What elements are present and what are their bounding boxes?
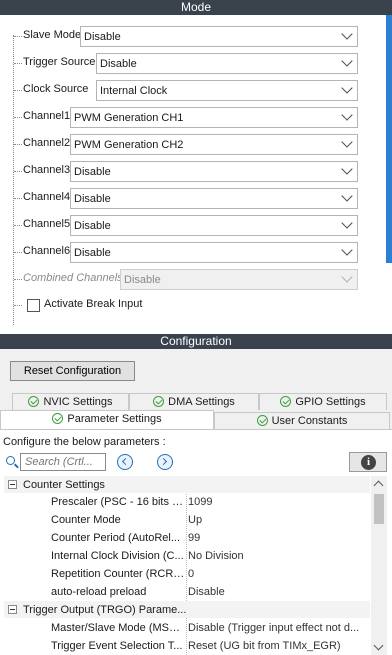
channel4-label: Channel4 <box>23 191 71 203</box>
tab-user-constants[interactable]: User Constants <box>214 412 390 429</box>
table-row[interactable]: Internal Clock Division (C... No Divisio… <box>4 547 370 564</box>
clock-source-row: Clock Source Internal Clock <box>0 79 380 101</box>
trigger-source-select[interactable]: Disable <box>96 53 358 74</box>
check-circle-icon <box>280 396 292 407</box>
info-button[interactable]: i <box>349 452 387 472</box>
channel3-label: Channel3 <box>23 164 71 176</box>
chevron-down-icon <box>341 217 353 229</box>
tab-gpio-settings[interactable]: GPIO Settings <box>259 393 387 410</box>
channel1-label: Channel1 <box>23 110 71 122</box>
configure-instructions: Configure the below parameters : <box>3 436 166 448</box>
chevron-up-icon[interactable] <box>373 480 384 491</box>
chevron-down-icon <box>341 190 353 202</box>
slave-mode-row: Slave Mode Disable <box>0 25 380 47</box>
table-row[interactable]: Counter Mode Up <box>4 511 370 528</box>
search-input[interactable] <box>20 453 106 471</box>
configuration-panel: Reset Configuration NVIC Settings DMA Se… <box>0 349 392 655</box>
search-icon <box>6 456 15 465</box>
channel2-label: Channel2 <box>23 137 71 149</box>
chevron-down-icon <box>341 163 353 175</box>
chevron-down-icon <box>341 82 353 94</box>
channel1-select[interactable]: PWM Generation CH1 <box>70 107 358 128</box>
table-row[interactable]: Prescaler (PSC - 16 bits v... 1099 <box>4 493 370 510</box>
tab-nvic-settings[interactable]: NVIC Settings <box>12 393 129 410</box>
check-circle-icon <box>28 396 40 407</box>
chevron-down-icon <box>341 28 353 40</box>
channel5-label: Channel5 <box>23 218 71 230</box>
collapse-icon[interactable] <box>8 480 17 489</box>
channel5-select[interactable]: Disable <box>70 215 358 236</box>
combined-channels-row: Combined Channels Disable <box>0 268 380 290</box>
chevron-down-icon <box>341 55 353 67</box>
mode-header: Mode <box>0 0 392 15</box>
chevron-left-icon <box>121 457 130 466</box>
parameter-table-scrollbar[interactable] <box>371 476 387 655</box>
channel2-select[interactable]: PWM Generation CH2 <box>70 134 358 155</box>
combined-channels-select[interactable]: Disable <box>120 269 358 290</box>
channel4-select[interactable]: Disable <box>70 188 358 209</box>
trigger-source-label: Trigger Source <box>23 56 96 68</box>
table-row[interactable]: Trigger Event Selection T... Reset (UG b… <box>4 637 370 654</box>
slave-mode-select[interactable]: Disable <box>80 26 358 47</box>
mode-scrollbar[interactable] <box>386 15 392 263</box>
channel5-row: Channel5 Disable <box>0 214 380 236</box>
search-previous-button[interactable] <box>117 454 133 470</box>
chevron-right-icon <box>159 457 168 466</box>
channel6-select[interactable]: Disable <box>70 242 358 263</box>
check-circle-icon <box>52 413 64 424</box>
activate-break-input-checkbox[interactable] <box>27 299 40 312</box>
search-toolbar: i <box>0 452 392 472</box>
group-counter-settings[interactable]: Counter Settings <box>4 476 370 493</box>
reset-configuration-button[interactable]: Reset Configuration <box>10 361 135 381</box>
chevron-down-icon <box>341 244 353 256</box>
tab-dma-settings[interactable]: DMA Settings <box>129 393 259 410</box>
chevron-down-icon[interactable] <box>373 640 384 651</box>
configuration-header: Configuration <box>0 334 392 349</box>
chevron-down-icon <box>341 109 353 121</box>
parameter-table: Counter Settings Prescaler (PSC - 16 bit… <box>4 476 370 655</box>
break-input-row: Activate Break Input <box>0 294 380 316</box>
activate-break-input-label: Activate Break Input <box>44 298 143 310</box>
check-circle-icon <box>153 396 165 407</box>
clock-source-select[interactable]: Internal Clock <box>96 80 358 101</box>
trigger-source-row: Trigger Source Disable <box>0 52 380 74</box>
table-row[interactable]: Counter Period (AutoRel... 99 <box>4 529 370 546</box>
check-circle-icon <box>256 415 268 426</box>
mode-panel: Slave Mode Disable Trigger Source Disabl… <box>0 15 392 326</box>
group-trigger-output[interactable]: Trigger Output (TRGO) Parame... <box>4 601 370 618</box>
channel2-row: Channel2 PWM Generation CH2 <box>0 133 380 155</box>
channel6-row: Channel6 Disable <box>0 241 380 263</box>
channel6-label: Channel6 <box>23 245 71 257</box>
table-row[interactable]: auto-reload preload Disable <box>4 583 370 600</box>
clock-source-label: Clock Source <box>23 83 89 95</box>
chevron-down-icon <box>341 271 353 283</box>
channel4-row: Channel4 Disable <box>0 187 380 209</box>
info-icon: i <box>361 455 376 470</box>
chevron-down-icon <box>341 136 353 148</box>
slave-mode-label: Slave Mode <box>23 29 82 41</box>
table-row[interactable]: Repetition Counter (RCR ... 0 <box>4 565 370 582</box>
parameter-settings-content: Configure the below parameters : i Count… <box>0 429 392 655</box>
channel1-row: Channel1 PWM Generation CH1 <box>0 106 380 128</box>
scrollbar-thumb[interactable] <box>374 494 384 524</box>
table-row[interactable]: Master/Slave Mode (MSM... Disable (Trigg… <box>4 619 370 636</box>
combined-channels-label: Combined Channels <box>23 272 123 284</box>
collapse-icon[interactable] <box>8 605 17 614</box>
tab-parameter-settings[interactable]: Parameter Settings <box>0 410 214 430</box>
search-next-button[interactable] <box>157 454 173 470</box>
channel3-row: Channel3 Disable <box>0 160 380 182</box>
channel3-select[interactable]: Disable <box>70 161 358 182</box>
